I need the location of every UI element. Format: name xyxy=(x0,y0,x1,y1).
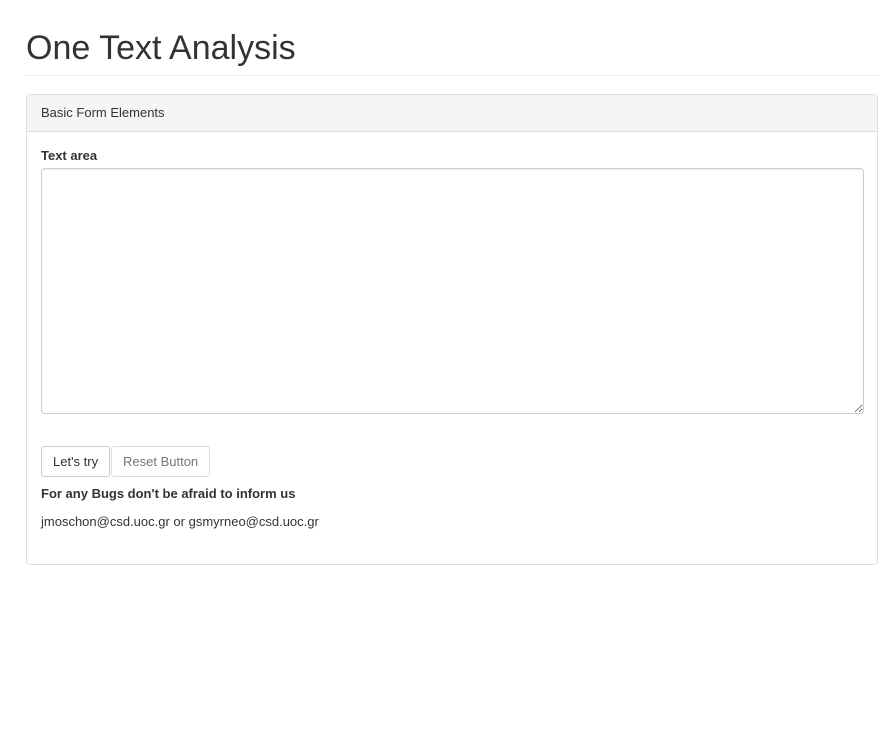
text-area-input[interactable] xyxy=(41,168,864,414)
page-title: One Text Analysis xyxy=(26,29,296,67)
lets-try-button[interactable]: Let's try xyxy=(41,446,111,477)
page: One Text Analysis Basic Form Elements Te… xyxy=(0,0,893,741)
page-header: One Text Analysis xyxy=(26,24,878,76)
panel-heading: Basic Form Elements xyxy=(27,95,877,132)
bug-notice: For any Bugs don't be afraid to inform u… xyxy=(41,486,296,501)
reset-button[interactable]: Reset Button xyxy=(111,446,211,477)
contact-emails: jmoschon@csd.uoc.gr or gsmyrneo@csd.uoc.… xyxy=(41,514,319,529)
form-panel: Basic Form Elements Text area Let's try … xyxy=(26,94,878,565)
text-area-label: Text area xyxy=(41,148,98,163)
